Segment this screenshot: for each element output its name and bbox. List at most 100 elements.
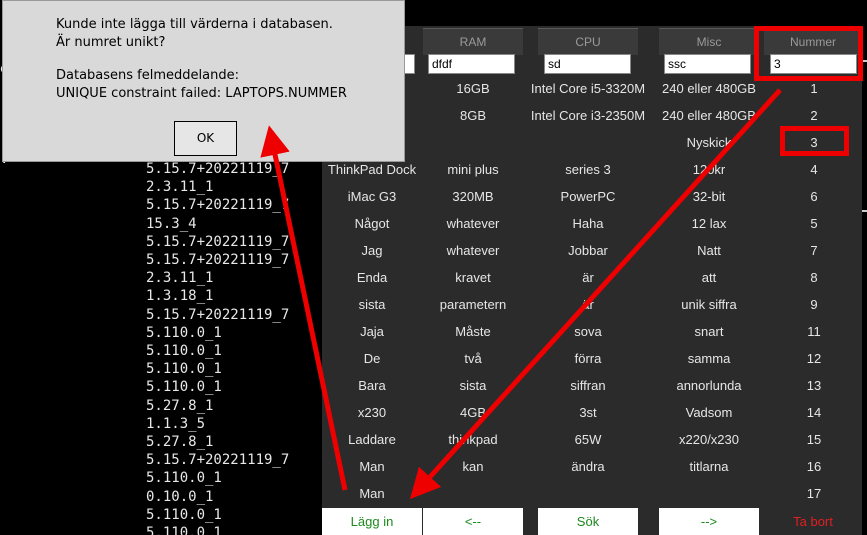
table-cell[interactable]: Intel Core i5-3320M — [530, 75, 646, 102]
table-cell[interactable]: 5 — [764, 210, 864, 237]
table-cell[interactable]: Laddare — [322, 426, 422, 453]
table-cell[interactable]: Man — [322, 453, 422, 480]
delete-button[interactable]: Ta bort — [764, 508, 862, 535]
table-cell[interactable]: 4GB — [423, 399, 523, 426]
table-cell[interactable] — [530, 129, 646, 156]
table-cell[interactable] — [659, 480, 759, 507]
table-cell[interactable]: 17 — [764, 480, 864, 507]
terminal-line: 5.110.0_1 — [146, 324, 222, 341]
terminal-line: 2.3.11_1 — [146, 270, 214, 287]
table-cell[interactable] — [423, 480, 523, 507]
terminal-line: 5.110.0_1 — [146, 470, 222, 487]
table-cell[interactable]: series 3 — [530, 156, 646, 183]
misc-input[interactable]: ssc — [664, 54, 751, 74]
previous-button[interactable]: <-- — [423, 508, 523, 535]
table-cell[interactable]: parametern — [423, 291, 523, 318]
row-3-highlight-box — [780, 126, 849, 156]
table-cell[interactable]: Intel Core i3-2350M — [530, 102, 646, 129]
table-cell[interactable]: sista — [322, 291, 422, 318]
table-cell[interactable]: samma — [659, 345, 759, 372]
table-cell[interactable]: 9 — [764, 291, 864, 318]
table-cell[interactable]: två — [423, 345, 523, 372]
table-cell[interactable]: Något — [322, 210, 422, 237]
table-cell[interactable]: thinkpad — [423, 426, 523, 453]
table-cell[interactable]: De — [322, 345, 422, 372]
table-cell[interactable]: 13 — [764, 372, 864, 399]
table-cell[interactable]: PowerPC — [530, 183, 646, 210]
table-cell[interactable] — [423, 129, 523, 156]
table-cell[interactable]: mini plus — [423, 156, 523, 183]
table-cell[interactable] — [530, 480, 646, 507]
table-cell[interactable]: snart — [659, 318, 759, 345]
table-cell[interactable]: siffran — [530, 372, 646, 399]
table-cell[interactable]: Jobbar — [530, 237, 646, 264]
table-cell[interactable]: titlarna — [659, 453, 759, 480]
table-cell[interactable]: kravet — [423, 264, 523, 291]
table-cell[interactable]: iMac G3 — [322, 183, 422, 210]
table-cell[interactable]: 16GB — [423, 75, 523, 102]
table-cell[interactable]: ändra — [530, 453, 646, 480]
ram-input[interactable]: dfdf — [428, 54, 515, 74]
table-cell[interactable]: 65W — [530, 426, 646, 453]
table-cell[interactable]: 6 — [764, 183, 864, 210]
table-cell[interactable]: whatever — [423, 237, 523, 264]
table-cell[interactable]: x220/x230 — [659, 426, 759, 453]
table-cell[interactable]: Jaja — [322, 318, 422, 345]
error-dialog: Kunde inte lägga till värderna i databas… — [2, 0, 405, 162]
table-cell[interactable]: kan — [423, 453, 523, 480]
table-cell[interactable]: x230 — [322, 399, 422, 426]
terminal-line: 5.15.7+20221119_7 — [146, 197, 290, 214]
terminal-line: 15.3_4 — [146, 215, 197, 232]
table-cell[interactable]: Haha — [530, 210, 646, 237]
table-cell[interactable]: 12 lax — [659, 210, 759, 237]
table-cell[interactable]: annorlunda — [659, 372, 759, 399]
table-cell[interactable]: Måste — [423, 318, 523, 345]
ok-button[interactable]: OK — [174, 121, 237, 156]
table-cell[interactable]: Bara — [322, 372, 422, 399]
add-button[interactable]: Lägg in — [322, 508, 422, 535]
terminal-line: 5.15.7+20221119_7 — [146, 252, 290, 268]
cpu-input[interactable]: sd — [544, 54, 631, 74]
table-cell[interactable]: är — [530, 264, 646, 291]
table-cell[interactable]: Jag — [322, 237, 422, 264]
terminal-line: 1.3.18_1 — [146, 288, 214, 305]
table-cell[interactable]: 120kr — [659, 156, 759, 183]
table-cell[interactable]: Enda — [322, 264, 422, 291]
dialog-message-line: Är numret unikt? — [56, 35, 166, 50]
table-cell[interactable]: 3st — [530, 399, 646, 426]
table-cell[interactable]: Nyskick — [659, 129, 759, 156]
dialog-error-detail: UNIQUE constraint failed: LAPTOPS.NUMMER — [56, 86, 347, 101]
dialog-error-label: Databasens felmeddelande: — [56, 68, 239, 83]
edge-mark — [862, 210, 867, 212]
table-cell[interactable]: 4 — [764, 156, 864, 183]
search-button[interactable]: Sök — [538, 508, 638, 535]
table-cell[interactable]: sova — [530, 318, 646, 345]
table-cell[interactable]: 15 — [764, 426, 864, 453]
terminal-line: 5.110.0_1 — [146, 379, 222, 396]
next-button[interactable]: --> — [659, 508, 759, 535]
table-cell[interactable]: 16 — [764, 453, 864, 480]
table-cell[interactable]: 7 — [764, 237, 864, 264]
table-cell[interactable]: förra — [530, 345, 646, 372]
terminal-line: 2.3.11_1 — [146, 179, 214, 196]
table-cell[interactable]: 14 — [764, 399, 864, 426]
table-cell[interactable]: 8 — [764, 264, 864, 291]
table-cell[interactable]: 240 eller 480GB — [659, 75, 759, 102]
table-cell[interactable]: 12 — [764, 345, 864, 372]
table-cell[interactable]: 8GB — [423, 102, 523, 129]
table-cell[interactable]: Natt — [659, 237, 759, 264]
table-cell[interactable]: Vadsom — [659, 399, 759, 426]
table-cell[interactable]: 320MB — [423, 183, 523, 210]
table-cell[interactable]: är — [530, 291, 646, 318]
table-cell[interactable]: Man — [322, 480, 422, 507]
table-cell[interactable]: unik siffra — [659, 291, 759, 318]
table-cell[interactable]: whatever — [423, 210, 523, 237]
table-cell[interactable]: att — [659, 264, 759, 291]
table-cell[interactable]: 32-bit — [659, 183, 759, 210]
table-cell[interactable]: 11 — [764, 318, 864, 345]
table-cell[interactable]: 240 eller 480GB — [659, 102, 759, 129]
table-cell[interactable]: 2 — [764, 102, 864, 129]
table-cell[interactable]: sista — [423, 372, 523, 399]
terminal-line: 5.27.8_1 — [146, 397, 214, 414]
terminal-line: 5.110.0_1 — [146, 525, 222, 535]
